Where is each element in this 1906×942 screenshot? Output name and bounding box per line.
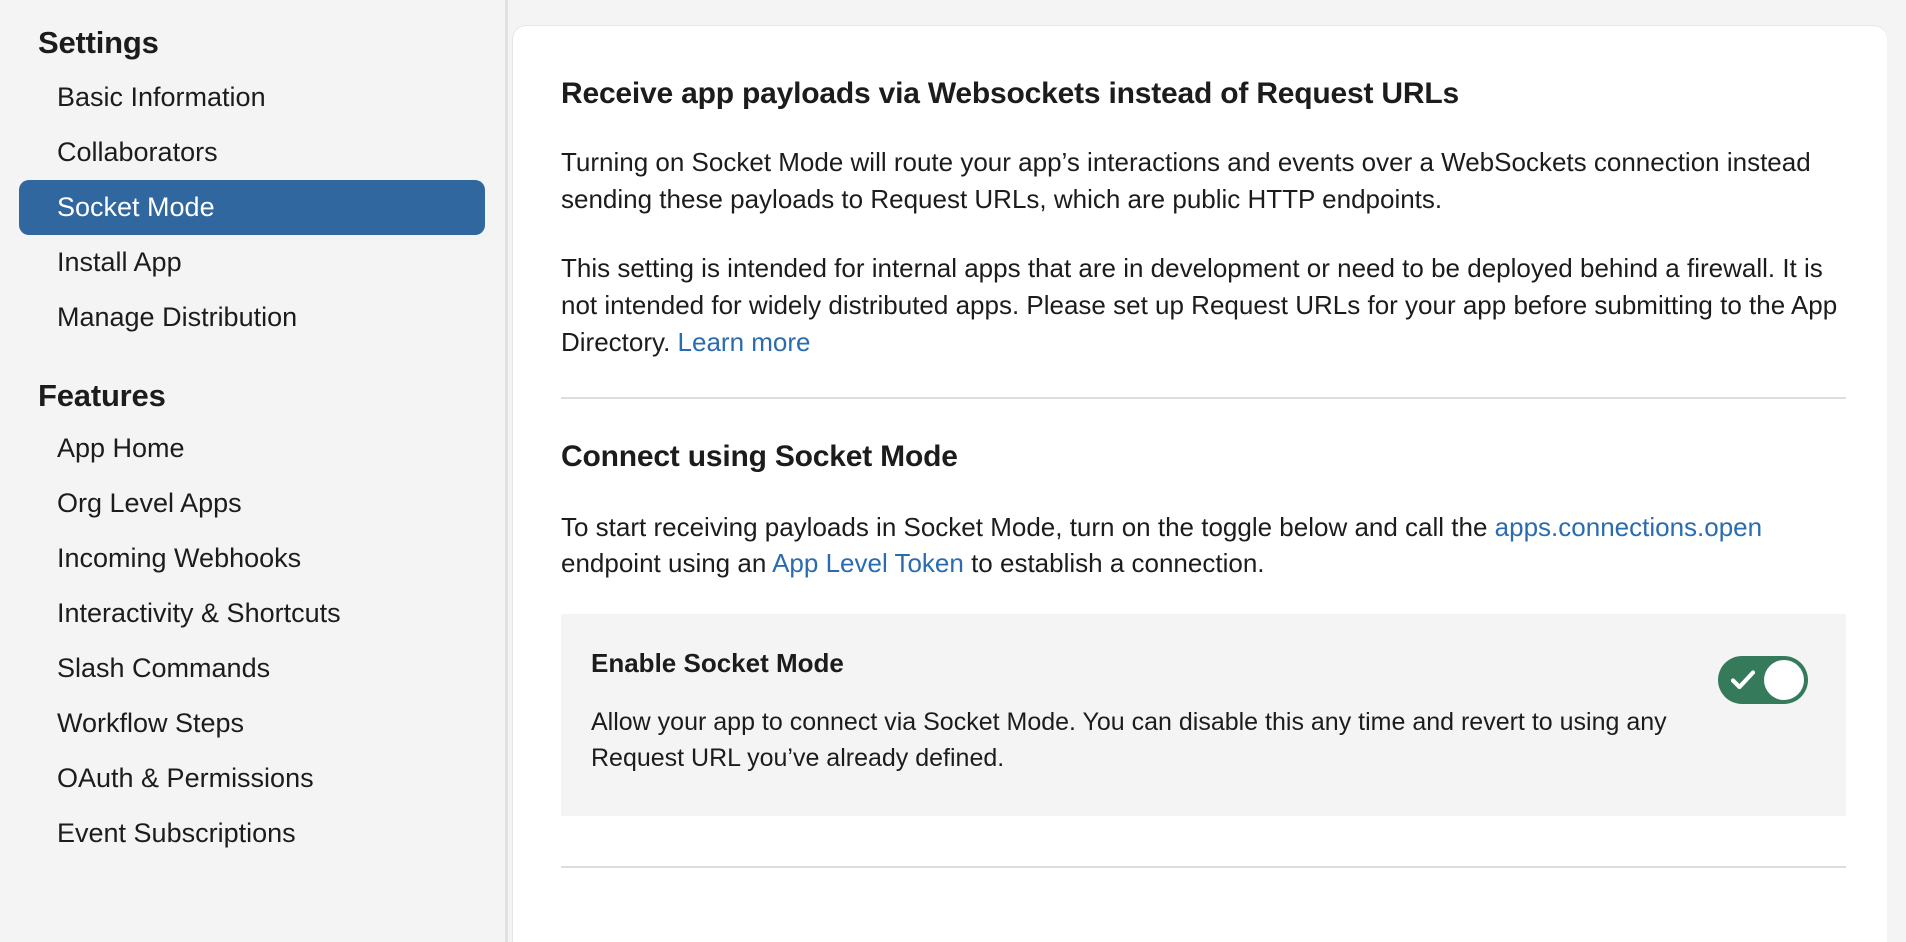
sidebar-item-incoming-webhooks[interactable]: Incoming Webhooks: [19, 531, 485, 586]
sidebar-item-label: App Home: [57, 433, 185, 464]
sidebar-item-install-app[interactable]: Install App: [19, 235, 485, 290]
sidebar-item-label: Basic Information: [57, 82, 266, 113]
connect-text-part-1: To start receiving payloads in Socket Mo…: [561, 511, 1495, 542]
sidebar-item-org-level-apps[interactable]: Org Level Apps: [19, 476, 485, 531]
sidebar-item-event-subscriptions[interactable]: Event Subscriptions: [19, 806, 485, 861]
sidebar-item-label: Incoming Webhooks: [57, 543, 302, 574]
sidebar-item-workflow-steps[interactable]: Workflow Steps: [19, 696, 485, 751]
enable-socket-mode-description: Allow your app to connect via Socket Mod…: [591, 707, 1667, 772]
sidebar-item-oauth-permissions[interactable]: OAuth & Permissions: [19, 751, 485, 806]
sidebar-group-title-features: Features: [38, 378, 166, 414]
main-content-area: Receive app payloads via Websockets inst…: [508, 0, 1906, 942]
settings-sidebar: Settings Basic Information Collaborators…: [0, 0, 508, 942]
sidebar-item-interactivity-shortcuts[interactable]: Interactivity & Shortcuts: [19, 586, 485, 641]
sidebar-item-slash-commands[interactable]: Slash Commands: [19, 641, 485, 696]
sidebar-item-label: Socket Mode: [57, 192, 215, 223]
sidebar-nav-settings: Basic Information Collaborators Socket M…: [0, 70, 505, 345]
enable-socket-mode-text: Enable Socket Mode Allow your app to con…: [591, 648, 1694, 776]
sidebar-item-basic-information[interactable]: Basic Information: [19, 70, 485, 125]
connect-section-paragraph: To start receiving payloads in Socket Mo…: [561, 509, 1839, 583]
toggle-knob: [1764, 660, 1804, 701]
section-divider: [561, 396, 1846, 399]
sidebar-item-manage-distribution[interactable]: Manage Distribution: [19, 290, 485, 345]
app-level-token-link[interactable]: App Level Token: [772, 548, 964, 578]
bottom-section-divider: [561, 866, 1846, 869]
intro-paragraph-1: Turning on Socket Mode will route your a…: [561, 147, 1811, 214]
sidebar-group-title-settings: Settings: [38, 25, 159, 60]
sidebar-item-label: Org Level Apps: [57, 488, 242, 519]
sidebar-item-label: Event Subscriptions: [57, 818, 296, 849]
sidebar-nav-features: App Home Org Level Apps Incoming Webhook…: [0, 421, 505, 861]
apps-connections-open-link[interactable]: apps.connections.open: [1495, 512, 1762, 542]
connect-section-title: Connect using Socket Mode: [561, 439, 958, 473]
enable-socket-mode-label: Enable Socket Mode: [591, 648, 844, 679]
settings-card-body: Receive app payloads via Websockets inst…: [513, 26, 1887, 869]
sidebar-item-label: Collaborators: [57, 137, 218, 168]
settings-card: Receive app payloads via Websockets inst…: [512, 25, 1887, 942]
connect-text-part-3: to establish a connection.: [963, 548, 1265, 579]
connect-text-part-2: endpoint using an: [561, 548, 773, 579]
sidebar-inner: Settings Basic Information Collaborators…: [0, 0, 505, 861]
app-root: Settings Basic Information Collaborators…: [0, 0, 1906, 942]
sidebar-item-app-home[interactable]: App Home: [19, 421, 485, 476]
enable-socket-mode-panel: Enable Socket Mode Allow your app to con…: [561, 614, 1846, 817]
sidebar-item-label: Install App: [57, 247, 182, 278]
sidebar-item-label: Workflow Steps: [57, 708, 245, 739]
checkmark-icon: [1731, 669, 1755, 691]
sidebar-item-label: Manage Distribution: [57, 302, 298, 333]
sidebar-item-label: OAuth & Permissions: [57, 763, 314, 794]
intro-paragraph-2: This setting is intended for internal ap…: [561, 250, 1839, 361]
learn-more-link[interactable]: Learn more: [678, 327, 811, 357]
page-title: Receive app payloads via Websockets inst…: [561, 77, 1459, 110]
sidebar-item-collaborators[interactable]: Collaborators: [19, 125, 485, 180]
sidebar-item-label: Slash Commands: [57, 653, 271, 684]
sidebar-item-socket-mode[interactable]: Socket Mode: [19, 180, 485, 236]
sidebar-item-label: Interactivity & Shortcuts: [57, 598, 341, 629]
enable-socket-mode-toggle[interactable]: [1718, 656, 1808, 705]
